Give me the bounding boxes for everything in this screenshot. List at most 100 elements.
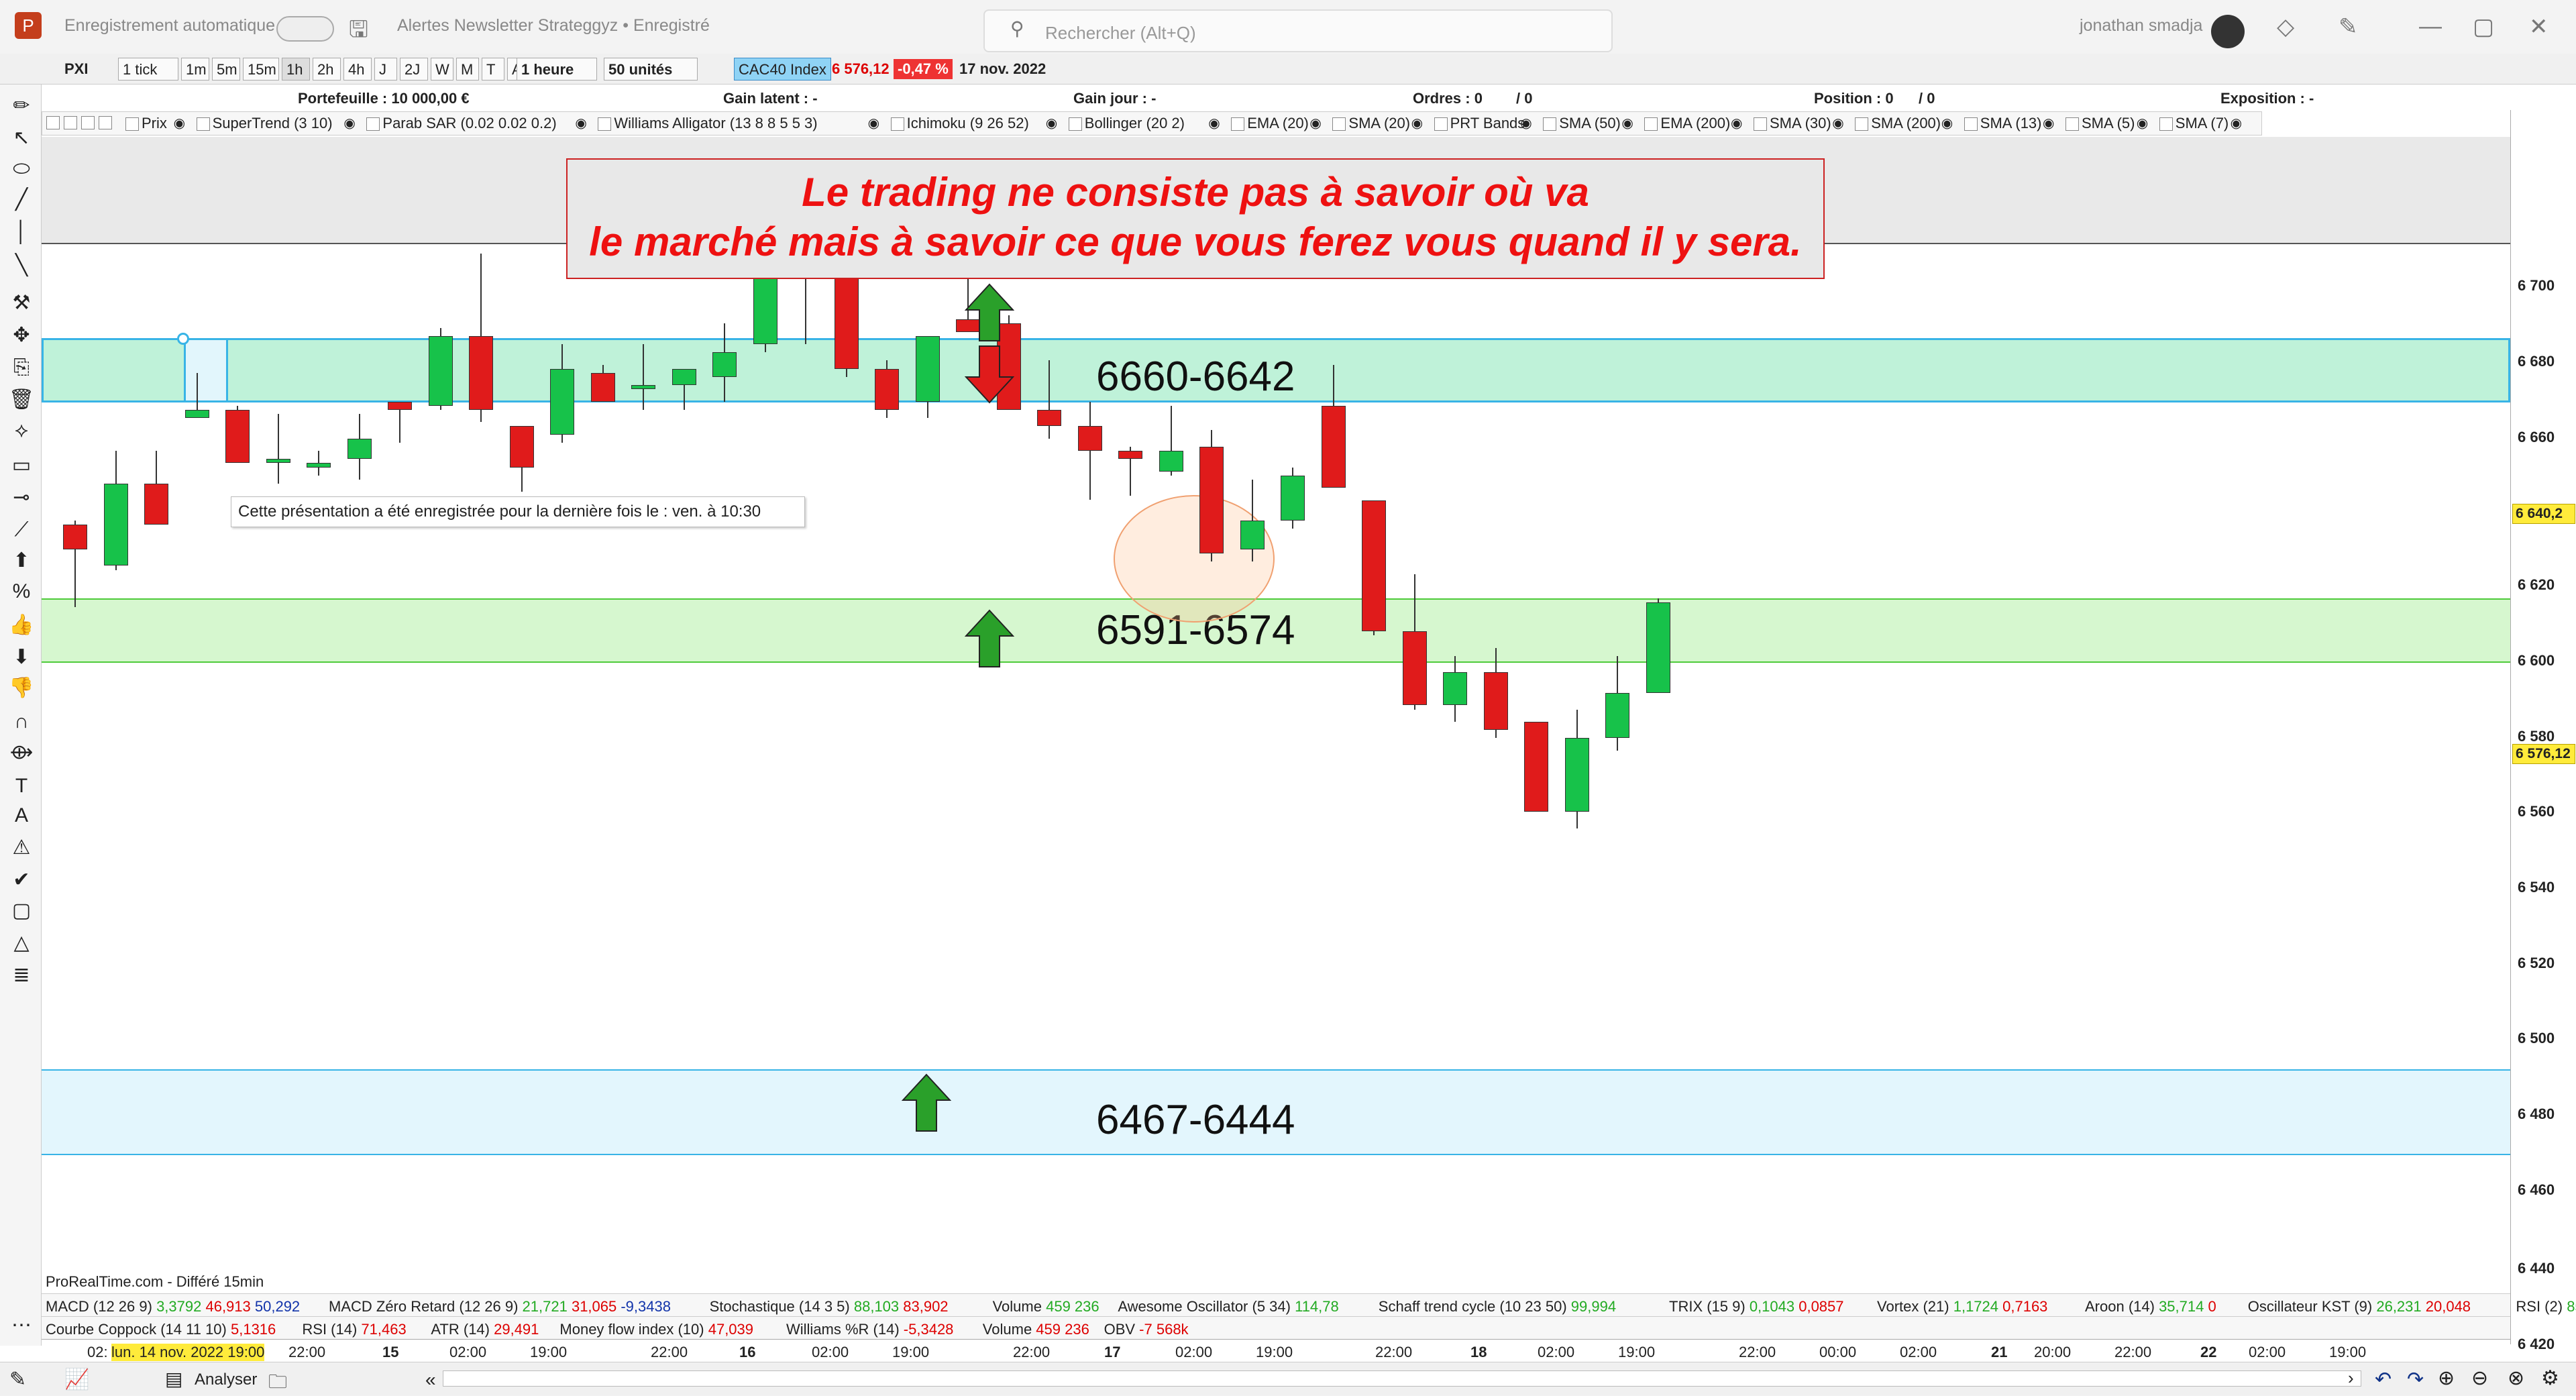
magnet-icon[interactable]: ∩: [8, 708, 35, 735]
timeframe-2[interactable]: 5m: [212, 58, 240, 80]
settings-icon[interactable]: ⚙: [2541, 1366, 2559, 1390]
more-icon[interactable]: ⋯: [8, 1312, 35, 1339]
indicator-eye-icon[interactable]: ◉: [2231, 115, 2242, 131]
text-icon[interactable]: T: [8, 773, 35, 800]
up-arrow-1[interactable]: [965, 283, 1014, 342]
maximize-icon[interactable]: ▢: [2473, 13, 2494, 40]
period-dropdown[interactable]: 1 heure: [517, 58, 597, 80]
timeframe-3[interactable]: 15m: [243, 58, 279, 80]
pencil-icon[interactable]: ✏: [8, 93, 35, 119]
list-icon[interactable]: ≣: [8, 962, 35, 989]
fan-icon[interactable]: ⟴: [8, 739, 35, 766]
indicator-eye-icon[interactable]: ◉: [575, 115, 586, 131]
indicator-eye-icon[interactable]: ◉: [1046, 115, 1057, 131]
indicator-eye-icon[interactable]: ◉: [1309, 115, 1321, 131]
move-icon[interactable]: ✥: [8, 322, 35, 349]
indicator-10[interactable]: EMA (200): [1642, 115, 1730, 132]
arrow-down-icon[interactable]: ⬇: [8, 644, 35, 671]
timeframe-1[interactable]: 1m: [181, 58, 209, 80]
avatar[interactable]: [2211, 15, 2245, 48]
thumb-up-icon[interactable]: 👍: [8, 612, 35, 639]
indicator-4[interactable]: Ichimoku (9 26 52): [888, 115, 1029, 132]
brush-icon[interactable]: ⟡: [8, 417, 35, 444]
zoom-in-icon[interactable]: ⊕: [2438, 1366, 2455, 1390]
redo-icon[interactable]: ↷: [2407, 1368, 2424, 1391]
indbar-plus-icon[interactable]: [46, 116, 60, 129]
highlight-circle[interactable]: [1114, 495, 1275, 623]
check-icon[interactable]: ✔: [8, 867, 35, 894]
indicator-value-5[interactable]: Volume 459 236: [983, 1321, 1089, 1338]
timeframe-9[interactable]: W: [431, 58, 453, 80]
close-icon[interactable]: ✕: [2529, 13, 2548, 40]
timeframe-0[interactable]: 1 tick: [118, 58, 178, 80]
indicator-6[interactable]: EMA (20): [1228, 115, 1309, 132]
indicator-value-7[interactable]: Vortex (21) 1,1724 0,7163: [1877, 1298, 2047, 1315]
zone-handle-dot[interactable]: [177, 333, 189, 345]
timeframe-8[interactable]: 2J: [400, 58, 428, 80]
indicator-value-9[interactable]: Oscillateur KST (9) 26,231 20,048: [2248, 1298, 2471, 1315]
arrow-up-icon[interactable]: ⬆: [8, 547, 35, 574]
textarrow-icon[interactable]: A: [8, 802, 35, 829]
timeframe-5[interactable]: 2h: [313, 58, 341, 80]
indicator-15[interactable]: SMA (7): [2157, 115, 2229, 132]
triangle-icon[interactable]: △: [8, 930, 35, 957]
indicator-eye-icon[interactable]: ◉: [1832, 115, 1843, 131]
indicator-11[interactable]: SMA (30): [1751, 115, 1831, 132]
horizontal-scrollbar[interactable]: [443, 1370, 2361, 1387]
minimize-icon[interactable]: —: [2419, 13, 2442, 40]
indicator-value-6[interactable]: OBV -7 568k: [1104, 1321, 1189, 1338]
symbol-selector[interactable]: PXI: [60, 58, 92, 80]
up-arrow-3[interactable]: [902, 1073, 951, 1132]
indbar-minus-icon[interactable]: [64, 116, 77, 129]
position-count[interactable]: Position : 0: [1814, 90, 1894, 107]
rect-icon[interactable]: ▭: [8, 452, 35, 479]
search-input[interactable]: Rechercher (Alt+Q): [983, 9, 1613, 52]
position-count-2[interactable]: / 0: [1919, 90, 1935, 107]
vertical-icon[interactable]: │: [8, 219, 35, 246]
indicator-value-6[interactable]: TRIX (15 9) 0,1043 0,0857: [1669, 1298, 1844, 1315]
trend-icon[interactable]: ╲: [8, 252, 35, 279]
warning-icon[interactable]: ⚠: [8, 834, 35, 861]
indicator-12[interactable]: SMA (200): [1852, 115, 1941, 132]
channel-icon[interactable]: ⟋: [8, 517, 35, 543]
indicator-value-2[interactable]: Stochastique (14 3 5) 88,103 83,902: [710, 1298, 949, 1315]
timeframe-7[interactable]: J: [374, 58, 397, 80]
price-chart[interactable]: 6660-6642 6591-6574 6467-6444 Le trading…: [42, 137, 2510, 1292]
indicator-eye-icon[interactable]: ◉: [1411, 115, 1423, 131]
diamond-icon[interactable]: ◇: [2277, 13, 2294, 40]
cursor-icon[interactable]: ↖: [8, 125, 35, 152]
indicator-eye-icon[interactable]: ◉: [343, 115, 355, 131]
timeframe-6[interactable]: 4h: [343, 58, 372, 80]
pen-tool-icon[interactable]: ✎: [9, 1368, 26, 1391]
indicator-eye-icon[interactable]: ◉: [1520, 115, 1532, 131]
up-arrow-2[interactable]: [965, 609, 1014, 668]
line-icon[interactable]: ╱: [8, 186, 35, 213]
indicator-value-8[interactable]: Aroon (14) 35,714 0: [2085, 1298, 2216, 1315]
down-arrow[interactable]: [965, 345, 1014, 404]
reset-zoom-icon[interactable]: ⊗: [2508, 1366, 2524, 1390]
indicator-eye-icon[interactable]: ◉: [1208, 115, 1220, 131]
trading-quote-box[interactable]: Le trading ne consiste pas à savoir où v…: [566, 158, 1825, 279]
indicator-eye-icon[interactable]: ◉: [1621, 115, 1633, 131]
chart-type-icon[interactable]: 📈: [64, 1368, 89, 1391]
indicator-0[interactable]: Prix: [123, 115, 167, 132]
indicator-value-10[interactable]: RSI (2) 85,730: [2516, 1298, 2576, 1315]
collapse-icon[interactable]: «: [425, 1369, 436, 1391]
time-axis[interactable]: 02: lun. 14 nov. 2022 19:00 22:00 15 02:00 19…: [42, 1339, 2510, 1362]
indicator-value-4[interactable]: Williams %R (14) -5,3428: [786, 1321, 953, 1338]
percent-icon[interactable]: %: [8, 578, 35, 605]
copy-icon[interactable]: ⎘: [8, 354, 35, 381]
zone-handle[interactable]: [184, 338, 228, 402]
indicator-value-0[interactable]: MACD (12 26 9) 3,3792 46,913 50,292: [46, 1298, 300, 1315]
thumb-down-icon[interactable]: 👎: [8, 675, 35, 702]
indicator-value-1[interactable]: MACD Zéro Retard (12 26 9) 21,721 31,065…: [329, 1298, 671, 1315]
pen-icon[interactable]: ✎: [2339, 13, 2358, 40]
scroll-right-icon[interactable]: ›: [2348, 1368, 2354, 1389]
indicator-value-5[interactable]: Schaff trend cycle (10 23 50) 99,994: [1379, 1298, 1616, 1315]
save-icon[interactable]: 🖫: [349, 13, 368, 52]
ray-icon[interactable]: ⊸: [8, 484, 35, 511]
orders-count[interactable]: Ordres : 0: [1413, 90, 1483, 107]
scanner-icon[interactable]: ▤: [165, 1368, 182, 1390]
indicator-value-3[interactable]: Money flow index (10) 47,039: [559, 1321, 753, 1338]
indicator-value-2[interactable]: ATR (14) 29,491: [431, 1321, 539, 1338]
